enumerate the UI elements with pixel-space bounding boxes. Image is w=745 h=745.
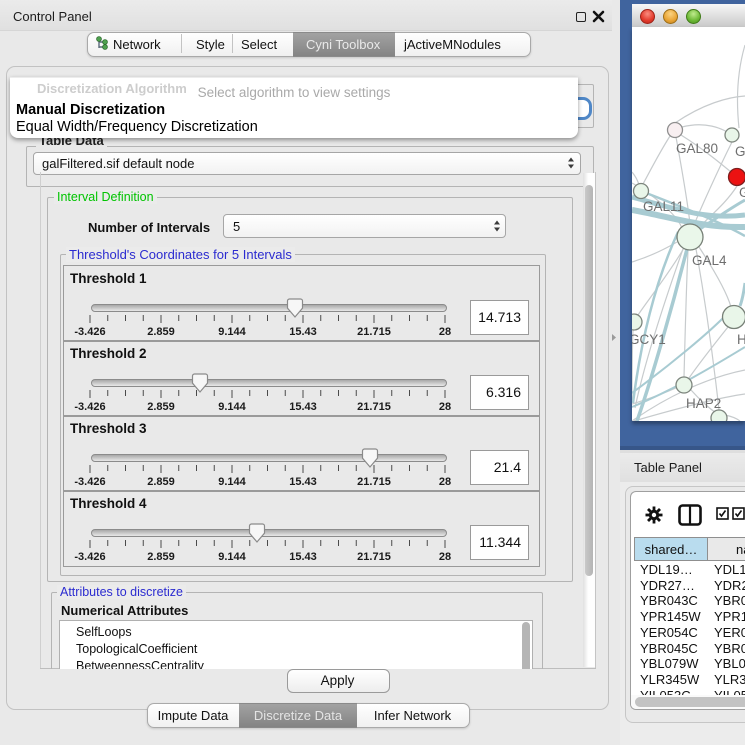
- svg-text:2.859: 2.859: [147, 326, 175, 338]
- svg-text:9.144: 9.144: [218, 551, 246, 563]
- svg-text:GCY1: GCY1: [632, 332, 666, 347]
- svg-text:15.43: 15.43: [289, 551, 317, 563]
- svg-text:-3.426: -3.426: [74, 401, 105, 413]
- svg-text:21.715: 21.715: [357, 551, 391, 563]
- svg-text:28: 28: [439, 401, 451, 413]
- svg-text:21.715: 21.715: [357, 326, 391, 338]
- svg-text:21.715: 21.715: [357, 476, 391, 488]
- svg-text:HIS7: HIS7: [737, 332, 745, 347]
- svg-text:9.144: 9.144: [218, 326, 246, 338]
- svg-text:28: 28: [439, 326, 451, 338]
- svg-text:9.144: 9.144: [218, 476, 246, 488]
- svg-text:28: 28: [439, 551, 451, 563]
- svg-text:GAL4: GAL4: [692, 253, 727, 268]
- svg-text:15.43: 15.43: [289, 401, 317, 413]
- svg-text:2.859: 2.859: [147, 401, 175, 413]
- svg-text:15.43: 15.43: [289, 476, 317, 488]
- svg-text:-3.426: -3.426: [74, 551, 105, 563]
- svg-text:9.144: 9.144: [218, 401, 246, 413]
- svg-text:15.43: 15.43: [289, 326, 317, 338]
- svg-text:21.715: 21.715: [357, 401, 391, 413]
- svg-text:2.859: 2.859: [147, 476, 175, 488]
- svg-text:28: 28: [439, 476, 451, 488]
- svg-text:2.859: 2.859: [147, 551, 175, 563]
- svg-text:HAP2: HAP2: [686, 396, 721, 411]
- svg-text:GAL7: GAL7: [735, 144, 745, 159]
- svg-text:GAL80: GAL80: [676, 141, 718, 156]
- svg-text:GAL1: GAL1: [739, 185, 745, 200]
- svg-text:GAL11: GAL11: [643, 199, 684, 214]
- svg-text:-3.426: -3.426: [74, 326, 105, 338]
- svg-text:-3.426: -3.426: [74, 476, 105, 488]
